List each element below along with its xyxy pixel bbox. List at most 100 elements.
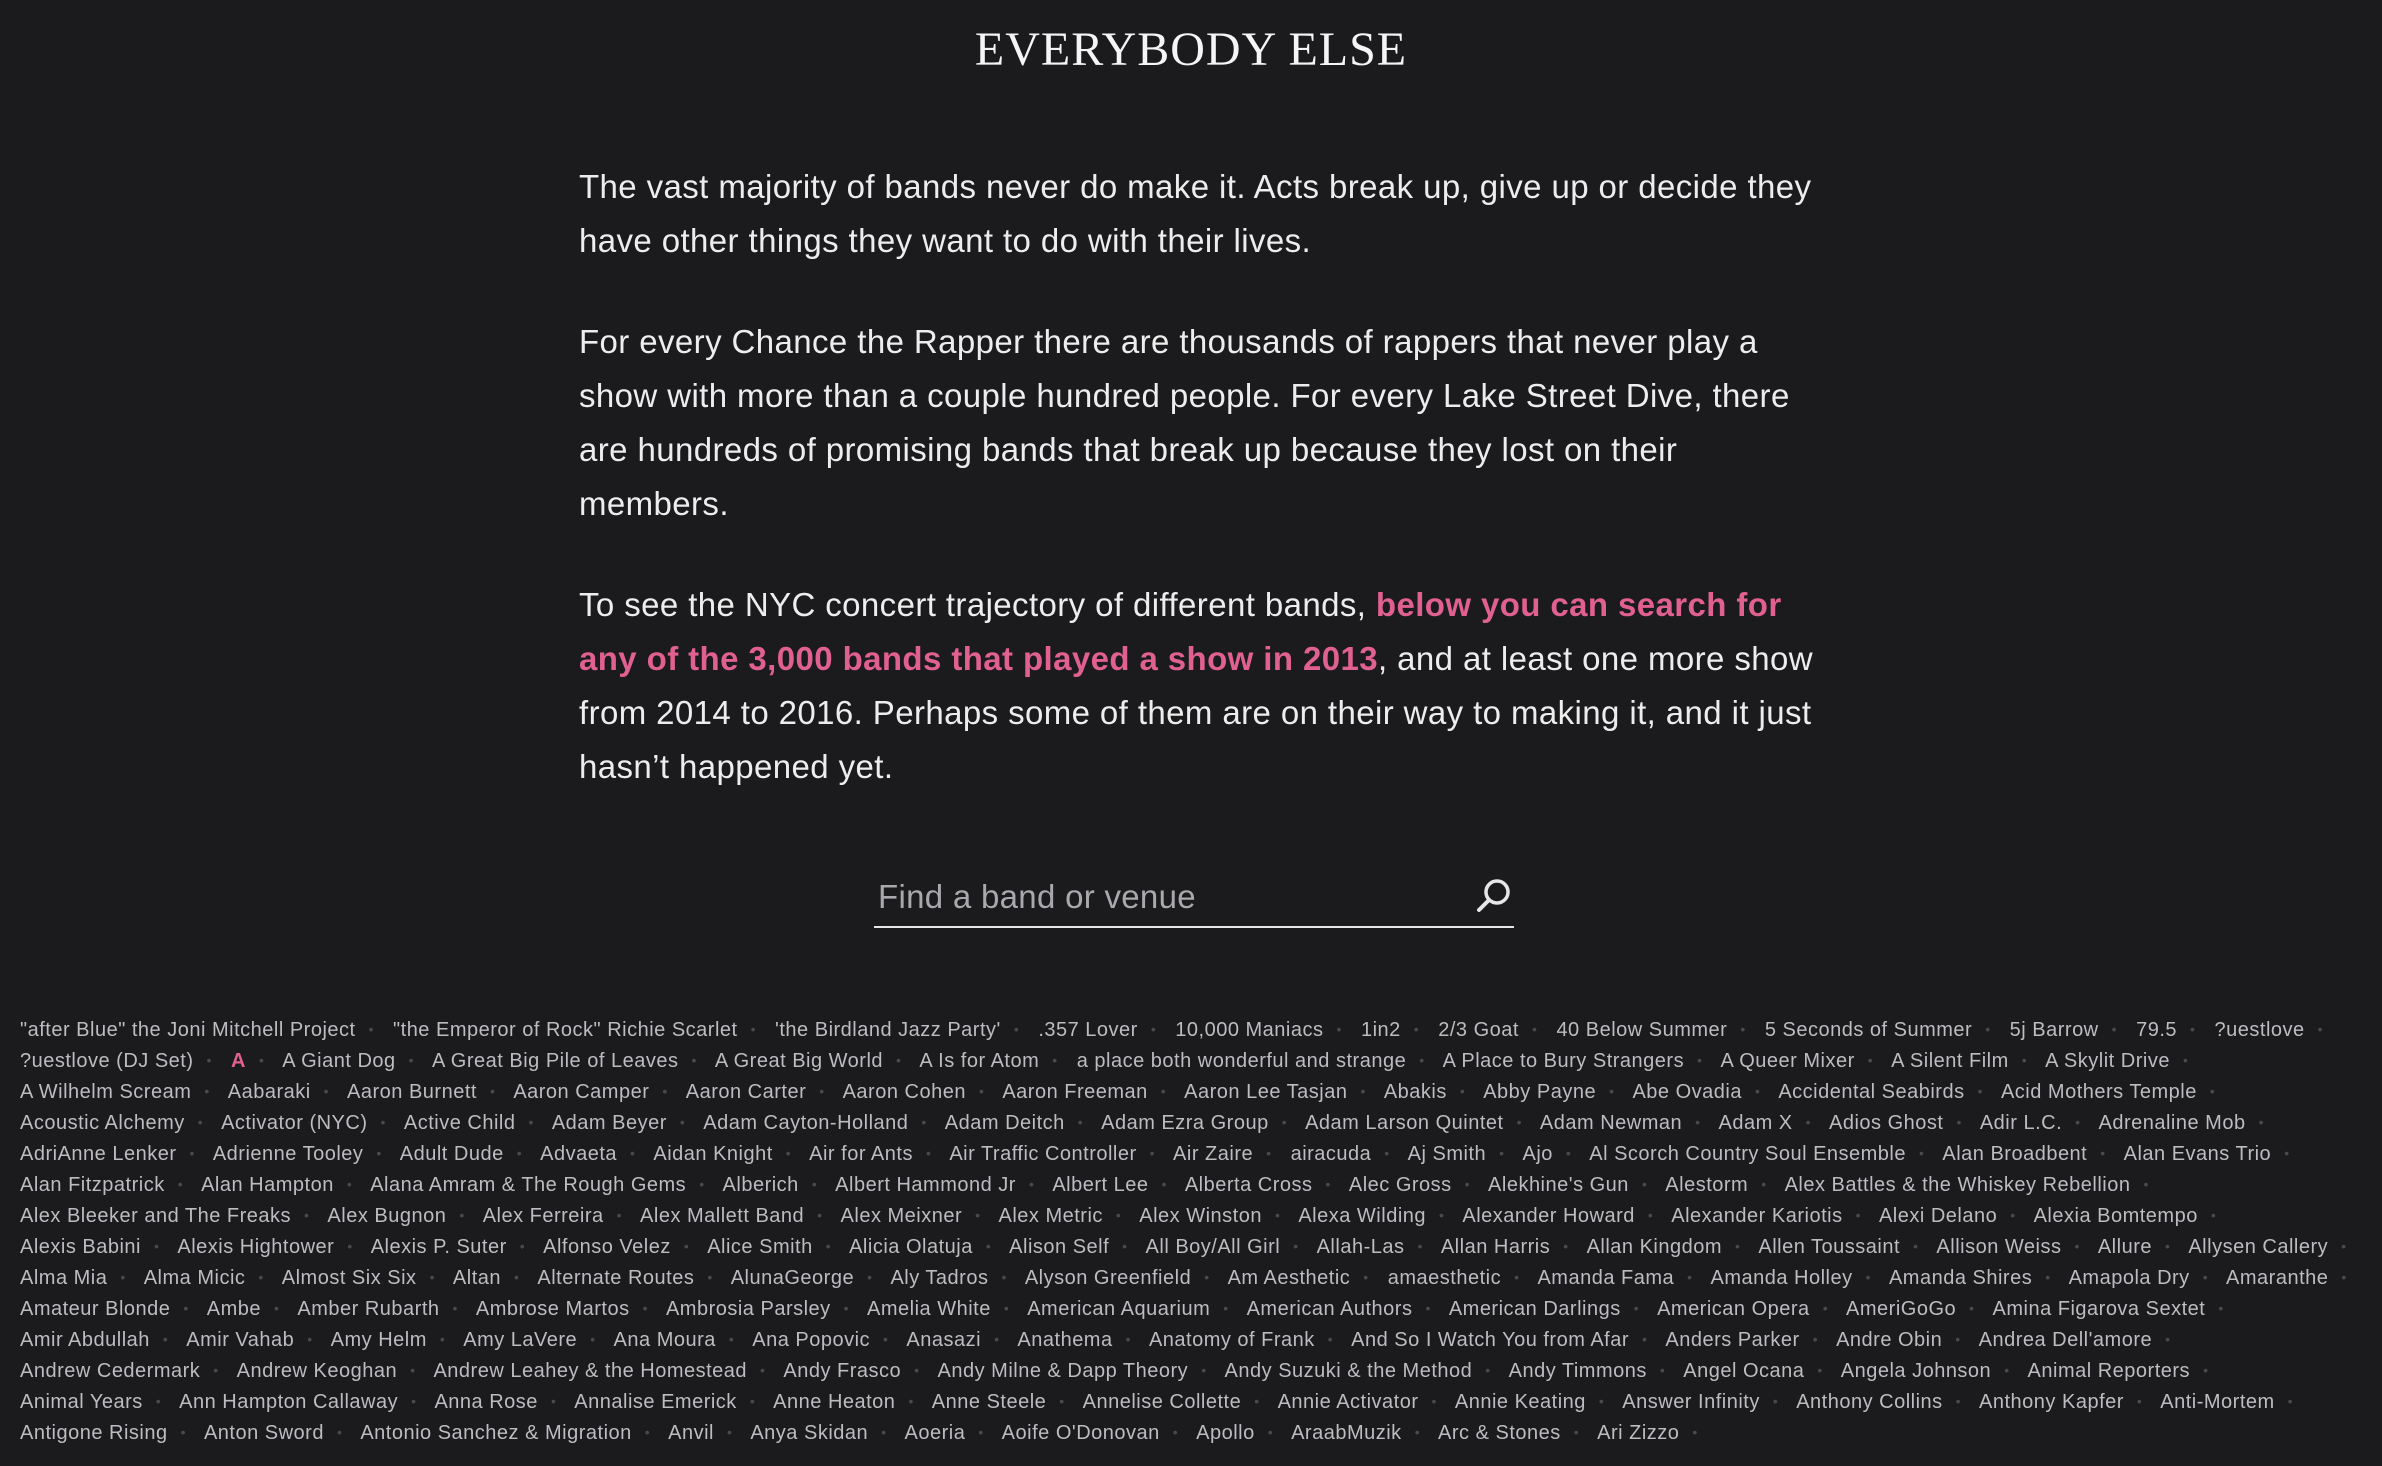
band-link[interactable]: Alex Metric [999,1205,1103,1227]
band-link[interactable]: Amanda Shires [1889,1267,2032,1289]
band-link[interactable]: 79.5 [2136,1019,2177,1041]
band-link[interactable]: Aly Tadros [890,1267,988,1289]
band-link[interactable]: Acoustic Alchemy [20,1112,185,1134]
band-link[interactable]: A Queer Mixer [1720,1050,1854,1072]
band-link[interactable]: Alice Smith [707,1236,813,1258]
band-link[interactable]: Andre Obin [1836,1329,1942,1351]
band-link[interactable]: All Boy/All Girl [1146,1236,1281,1258]
band-link[interactable]: Am Aesthetic [1228,1267,1351,1289]
band-link[interactable]: Ambrosia Parsley [666,1298,831,1320]
band-link[interactable]: Anatomy of Frank [1149,1329,1315,1351]
band-link[interactable]: Alex Ferreira [483,1205,604,1227]
band-link[interactable]: Alison Self [1009,1236,1109,1258]
band-link[interactable]: Amy LaVere [463,1329,577,1351]
band-link[interactable]: Adam Larson Quintet [1305,1112,1504,1134]
band-link[interactable]: AlunaGeorge [731,1267,854,1289]
band-link[interactable]: AraabMuzik [1291,1422,1402,1444]
band-link[interactable]: Allen Toussaint [1758,1236,1900,1258]
band-link[interactable]: Adam Deitch [945,1112,1065,1134]
band-link[interactable]: Alexi Delano [1879,1205,1997,1227]
band-link[interactable]: Al Scorch Country Soul Ensemble [1589,1143,1906,1165]
band-link[interactable]: AdriAnne Lenker [20,1143,176,1165]
band-link[interactable]: Alekhine's Gun [1488,1174,1629,1196]
band-link[interactable]: Ambrose Martos [476,1298,630,1320]
band-link[interactable]: Annalise Emerick [574,1391,737,1413]
band-link[interactable]: Aoife O'Donovan [1002,1422,1160,1444]
band-link[interactable]: Alexander Howard [1462,1205,1635,1227]
band-link[interactable]: Aj Smith [1408,1143,1486,1165]
band-link[interactable]: 5 Seconds of Summer [1765,1019,1972,1041]
band-link[interactable]: Amapola Dry [2069,1267,2190,1289]
band-link[interactable]: Andy Timmons [1509,1360,1647,1382]
band-link[interactable]: Antonio Sanchez & Migration [360,1422,631,1444]
band-link[interactable]: Adrenaline Mob [2099,1112,2246,1134]
band-link[interactable]: Abe Ovadia [1632,1081,1742,1103]
band-link[interactable]: Alan Fitzpatrick [20,1174,165,1196]
band-link[interactable]: a place both wonderful and strange [1077,1050,1406,1072]
band-link[interactable]: 2/3 Goat [1438,1019,1519,1041]
band-link[interactable]: Ana Moura [614,1329,716,1351]
band-link[interactable]: Adir L.C. [1980,1112,2062,1134]
band-link[interactable]: Apollo [1196,1422,1255,1444]
band-link[interactable]: 10,000 Maniacs [1175,1019,1323,1041]
band-link[interactable]: A Great Big World [715,1050,883,1072]
band-link[interactable]: Allysen Callery [2188,1236,2328,1258]
band-link[interactable]: Alternate Routes [537,1267,694,1289]
band-link[interactable]: Advaeta [540,1143,617,1165]
band-link[interactable]: Alexis Hightower [177,1236,334,1258]
band-link[interactable]: Alexa Wilding [1298,1205,1426,1227]
band-link[interactable]: Anna Rose [434,1391,537,1413]
band-link[interactable]: Abby Payne [1483,1081,1596,1103]
band-link[interactable]: Amir Abdullah [20,1329,150,1351]
band-link[interactable]: Amanda Fama [1537,1267,1674,1289]
band-link[interactable]: Alana Amram & The Rough Gems [370,1174,686,1196]
band-link[interactable]: Annelise Collette [1083,1391,1242,1413]
band-link[interactable]: Anton Sword [204,1422,324,1444]
band-link[interactable]: Andy Suzuki & the Method [1225,1360,1473,1382]
band-link[interactable]: Adam Cayton-Holland [703,1112,908,1134]
band-link[interactable]: A Wilhelm Scream [20,1081,191,1103]
band-link[interactable]: Amanda Holley [1710,1267,1852,1289]
band-link[interactable]: Acid Mothers Temple [2001,1081,2197,1103]
band-link[interactable]: Amir Vahab [186,1329,294,1351]
band-link[interactable]: Allison Weiss [1936,1236,2061,1258]
band-link[interactable]: Alexia Bomtempo [2034,1205,2198,1227]
band-link[interactable]: Alex Mallett Band [640,1205,804,1227]
band-link[interactable]: Air for Ants [809,1143,913,1165]
band-link[interactable]: American Aquarium [1027,1298,1210,1320]
band-link[interactable]: Alestorm [1665,1174,1748,1196]
band-link[interactable]: Anthony Collins [1796,1391,1942,1413]
band-link[interactable]: Alex Bugnon [327,1205,446,1227]
band-link[interactable]: Andrew Leahey & the Homestead [433,1360,747,1382]
band-link[interactable]: Alec Gross [1349,1174,1452,1196]
band-link[interactable]: Aabaraki [228,1081,311,1103]
band-link[interactable]: Andy Milne & Dapp Theory [938,1360,1189,1382]
band-link[interactable]: Alberta Cross [1185,1174,1313,1196]
band-link[interactable]: 40 Below Summer [1556,1019,1727,1041]
band-link[interactable]: Animal Years [20,1391,143,1413]
band-link[interactable]: A Silent Film [1891,1050,2009,1072]
band-link[interactable]: Adam X [1719,1112,1793,1134]
band-link[interactable]: Amber Rubarth [297,1298,439,1320]
band-link[interactable]: Almost Six Six [282,1267,417,1289]
band-link[interactable]: Andrea Dell'amore [1979,1329,2153,1351]
band-link[interactable]: Arc & Stones [1438,1422,1561,1444]
band-link[interactable]: Activator (NYC) [221,1112,367,1134]
band-link[interactable]: Answer Infinity [1622,1391,1760,1413]
band-link[interactable]: Ambe [207,1298,261,1320]
band-link[interactable]: ?uestlove (DJ Set) [20,1050,194,1072]
band-link[interactable]: airacuda [1291,1143,1372,1165]
band-link[interactable]: Adult Dude [400,1143,504,1165]
band-link[interactable]: American Darlings [1449,1298,1621,1320]
band-link[interactable]: AmeriGoGo [1846,1298,1956,1320]
band-link[interactable]: Albert Hammond Jr [835,1174,1016,1196]
band-link[interactable]: Alma Micic [144,1267,246,1289]
band-link[interactable]: A Is for Atom [919,1050,1039,1072]
band-link[interactable]: A Giant Dog [282,1050,395,1072]
band-link[interactable]: Alfonso Velez [543,1236,671,1258]
band-link[interactable]: American Authors [1247,1298,1413,1320]
band-link[interactable]: .357 Lover [1038,1019,1138,1041]
band-link[interactable]: ?uestlove [2215,1019,2305,1041]
band-link[interactable]: Alicia Olatuja [849,1236,973,1258]
band-link[interactable]: 1in2 [1361,1019,1401,1041]
